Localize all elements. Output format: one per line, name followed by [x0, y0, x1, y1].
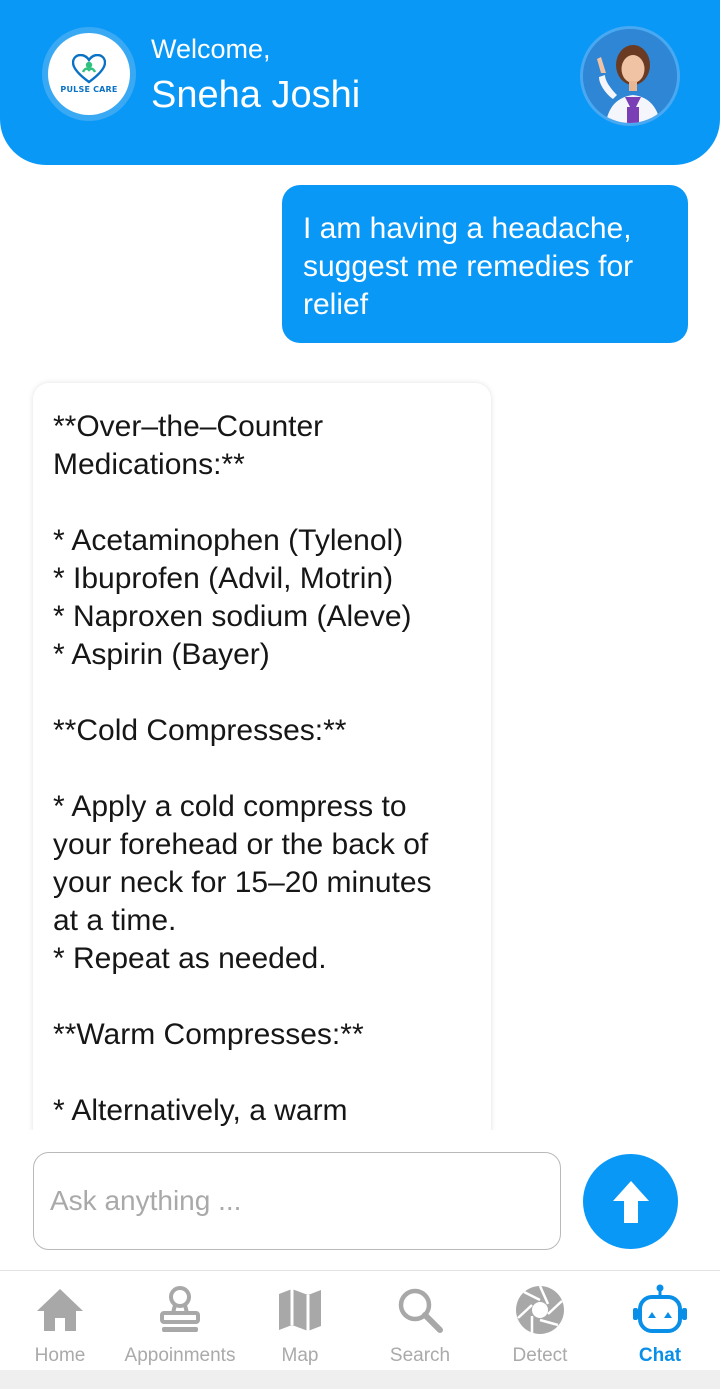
nav-appointments[interactable]: Appoinments: [120, 1271, 240, 1371]
app-header: PULSE CARE Welcome, Sneha Joshi: [0, 0, 720, 165]
bot-message-line: Medications:**: [53, 448, 245, 481]
nav-label-detect: Detect: [512, 1345, 568, 1366]
logo-text: PULSE CARE: [60, 85, 118, 94]
bot-message-line: [53, 674, 491, 712]
doctor-avatar-icon: [583, 29, 677, 123]
robot-icon: [633, 1284, 687, 1333]
bot-message-line: * Naproxen sodium (Aleve): [53, 600, 412, 633]
home-icon: [37, 1289, 83, 1331]
nav-chat[interactable]: Chat: [600, 1271, 720, 1371]
bot-message-line: your neck for 15–20 minutes: [53, 866, 432, 899]
bot-message-line: **Over–the–Counter: [53, 410, 324, 443]
bot-message-line: [53, 1054, 491, 1092]
system-bar: [0, 1370, 720, 1389]
bottom-navigation: Home Appoinments Map Search Detect Chat: [0, 1270, 720, 1370]
bot-message-line: * Alternatively, a warm: [53, 1094, 348, 1127]
aperture-icon: [516, 1285, 564, 1334]
nav-home[interactable]: Home: [0, 1271, 120, 1371]
map-icon: [279, 1289, 321, 1331]
nav-search[interactable]: Search: [360, 1271, 480, 1371]
nav-label-chat: Chat: [638, 1345, 682, 1366]
bot-message-bubble: **Over–the–Counter Medications:** * Acet…: [33, 383, 491, 1130]
bot-message-line: * Aspirin (Bayer): [53, 638, 270, 671]
arrow-up-icon: [612, 1180, 649, 1223]
heart-logo-icon: [72, 54, 106, 84]
bot-message-line: [53, 750, 491, 788]
nav-map[interactable]: Map: [240, 1271, 360, 1371]
nav-label-search: Search: [389, 1345, 451, 1366]
stamp-icon: [160, 1286, 200, 1332]
user-name: Sneha Joshi: [151, 74, 361, 116]
bot-message-line: at a time.: [53, 904, 177, 937]
user-message-bubble: I am having a headache, suggest me remed…: [282, 185, 688, 343]
bot-message-line: your forehead or the back of: [53, 828, 429, 861]
doctor-avatar[interactable]: [580, 26, 680, 126]
bot-message-line: * Apply a cold compress to: [53, 790, 407, 823]
bot-message-line: * Acetaminophen (Tylenol): [53, 524, 404, 557]
welcome-text: Welcome,: [151, 34, 271, 64]
message-input-wrapper: [33, 1152, 561, 1250]
bot-message-line: [53, 484, 491, 522]
chat-messages[interactable]: I am having a headache, suggest me remed…: [0, 165, 720, 1130]
nav-detect[interactable]: Detect: [480, 1271, 600, 1371]
bot-message-line: **Cold Compresses:**: [53, 714, 347, 747]
bot-message-line: * Repeat as needed.: [53, 942, 327, 975]
message-input[interactable]: [34, 1153, 560, 1249]
pulse-care-logo: PULSE CARE: [42, 27, 136, 121]
nav-label-map: Map: [281, 1345, 319, 1366]
send-button[interactable]: [583, 1154, 678, 1249]
bot-message-line: [53, 978, 491, 1016]
bot-message-line: **Warm Compresses:**: [53, 1018, 364, 1051]
nav-label-appointments: Appoinments: [124, 1345, 236, 1366]
search-icon: [398, 1288, 443, 1333]
nav-label-home: Home: [34, 1345, 86, 1366]
bot-message-line: * Ibuprofen (Advil, Motrin): [53, 562, 394, 595]
